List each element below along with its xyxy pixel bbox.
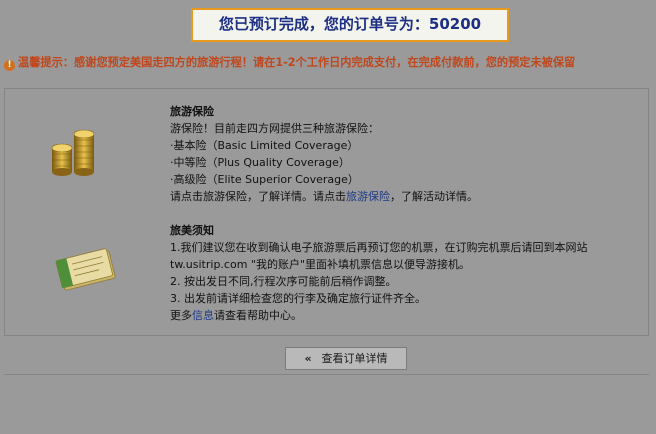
more-info-line: 更多信息请查看帮助中心。 [170,307,588,324]
travel-note: tw.usitrip.com "我的账户"里面补填机票信息以便导游接机。 [170,258,471,271]
warning-icon: ! [4,60,15,71]
insurance-footer: 请点击旅游保险，了解详情。请点击旅游保险，了解活动详情。 [170,188,478,205]
travel-notes-section: 旅美须知 1.我们建议您在收到确认电子旅游票后再预订您的机票，在订购完机票后请回… [170,222,588,324]
travel-note: 1.我们建议您在收到确认电子旅游票后再预订您的机票，在订购完机票后请回到本网站 [170,241,588,254]
insurance-footer-prefix: 请点击旅游保险，了解详情。请点击 [170,190,346,203]
view-order-details-label: 查看订单详情 [321,352,388,365]
more-info-prefix: 更多 [170,309,192,322]
insurance-section: 旅游保险 游保险！目前走四方网提供三种旅游保险： ·基本险（Basic Limi… [170,103,478,205]
insurance-footer-suffix: ，了解活动详情。 [390,190,478,203]
more-info-suffix: 请查看帮助中心。 [214,309,302,322]
order-confirmation-text: 您已预订完成，您的订单号为：50200 [218,15,482,33]
view-order-details-button[interactable]: « 查看订单详情 [285,347,407,370]
insurance-option-plus: ·中等险（Plus Quality Coverage） [170,156,350,169]
insurance-option-basic: ·基本险（Basic Limited Coverage） [170,139,359,152]
travel-notes-title: 旅美须知 [170,224,214,237]
travel-note: 3. 出发前请详细检查您的行李及确定旅行证件齐全。 [170,292,426,305]
reminder-text: 温馨提示：感谢您预定美国走四方的旅游行程！请在1-2个工作日内完成支付，在完成付… [18,56,576,69]
order-confirmation-banner: 您已预订完成，您的订单号为：50200 [191,8,509,42]
divider [4,374,649,375]
travel-note: 2. 按出发日不同,行程次序可能前后稍作调整。 [170,275,397,288]
insurance-option-elite: ·高级险（Elite Superior Coverage） [170,173,359,186]
back-arrow-icon: « [304,352,312,365]
coins-icon [51,129,95,176]
ticket-icon [55,248,116,291]
insurance-title: 旅游保险 [170,105,214,118]
info-link[interactable]: 信息 [192,309,214,322]
insurance-link[interactable]: 旅游保险 [346,190,390,203]
reminder-notice: ! 温馨提示：感谢您预定美国走四方的旅游行程！请在1-2个工作日内完成支付，在完成… [4,55,654,71]
insurance-intro: 游保险！目前走四方网提供三种旅游保险： [170,122,379,135]
